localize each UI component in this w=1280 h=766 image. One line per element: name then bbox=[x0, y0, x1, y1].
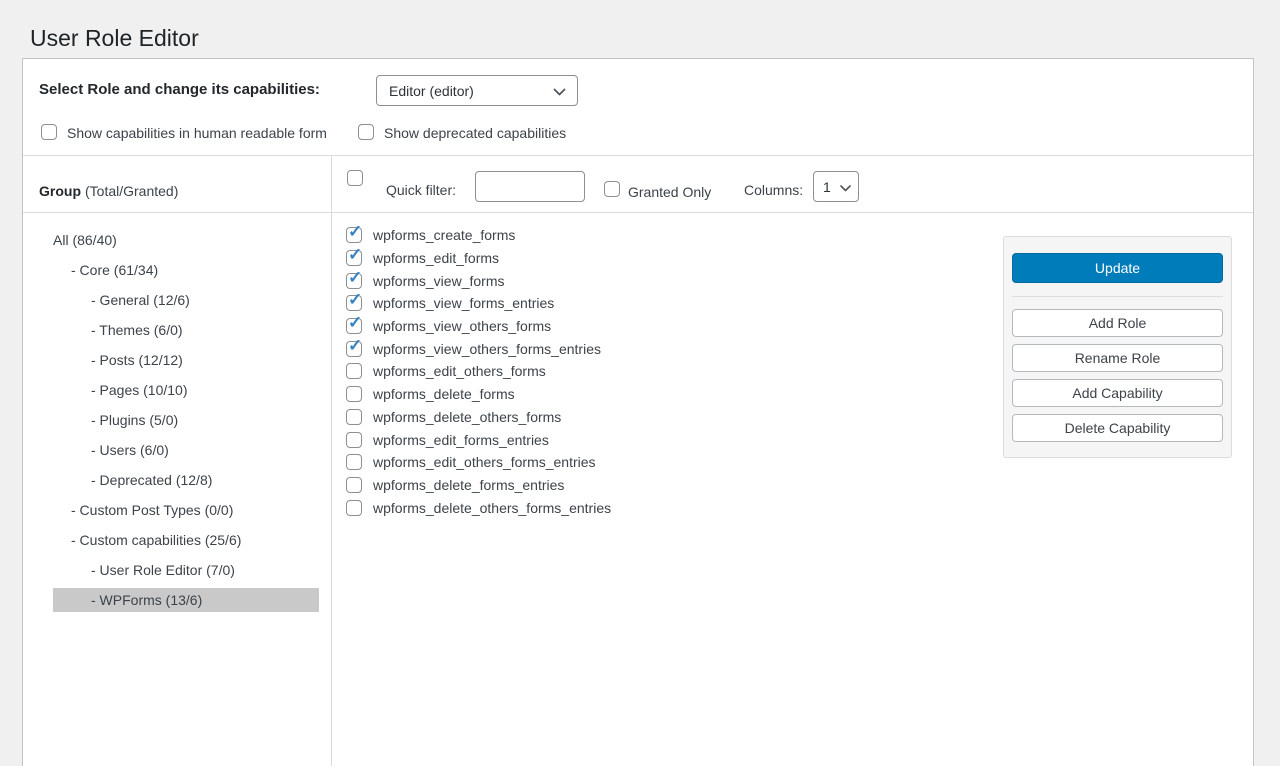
capability-row: wpforms_create_forms bbox=[346, 224, 611, 247]
capability-label: wpforms_view_forms_entries bbox=[373, 295, 554, 311]
group-item-label: - Core (61/34) bbox=[71, 262, 158, 278]
group-item-label: - Users (6/0) bbox=[91, 442, 169, 458]
capability-label: wpforms_delete_others_forms_entries bbox=[373, 500, 611, 516]
actions-panel: Update Add Role Rename Role Add Capabili… bbox=[1003, 236, 1232, 458]
capability-checkbox[interactable] bbox=[346, 454, 362, 470]
capability-checkbox[interactable] bbox=[346, 477, 362, 493]
capability-row: wpforms_view_others_forms_entries bbox=[346, 337, 611, 360]
ure-panel: Select Role and change its capabilities:… bbox=[22, 58, 1254, 766]
divider bbox=[23, 155, 1253, 156]
group-all[interactable]: All (86/40) bbox=[53, 228, 319, 252]
capability-row: wpforms_delete_forms bbox=[346, 383, 611, 406]
group-users[interactable]: - Users (6/0) bbox=[53, 438, 319, 462]
group-item-label: - Posts (12/12) bbox=[91, 352, 183, 368]
add-role-button[interactable]: Add Role bbox=[1012, 309, 1223, 337]
capability-label: wpforms_create_forms bbox=[373, 227, 515, 243]
columns-select-value: 1 bbox=[823, 179, 831, 195]
group-item-label: - Plugins (5/0) bbox=[91, 412, 178, 428]
capability-checkbox[interactable] bbox=[346, 250, 362, 266]
group-item-label: - WPForms (13/6) bbox=[91, 592, 202, 608]
capability-label: wpforms_delete_forms_entries bbox=[373, 477, 564, 493]
group-pages[interactable]: - Pages (10/10) bbox=[53, 378, 319, 402]
chevron-down-icon bbox=[840, 179, 851, 195]
capability-label: wpforms_edit_others_forms_entries bbox=[373, 454, 596, 470]
user-role-editor-page: User Role Editor Select Role and change … bbox=[0, 0, 1280, 766]
group-header: Group(Total/Granted) bbox=[39, 183, 178, 199]
capability-checkbox[interactable] bbox=[346, 363, 362, 379]
group-posts[interactable]: - Posts (12/12) bbox=[53, 348, 319, 372]
rename-role-button[interactable]: Rename Role bbox=[1012, 344, 1223, 372]
capability-checkbox[interactable] bbox=[346, 409, 362, 425]
capability-checkbox[interactable] bbox=[346, 318, 362, 334]
group-general[interactable]: - General (12/6) bbox=[53, 288, 319, 312]
columns-select[interactable]: 1 bbox=[813, 171, 859, 202]
deprecated-label: Show deprecated capabilities bbox=[384, 125, 566, 141]
capability-checkbox[interactable] bbox=[346, 295, 362, 311]
group-item-label: - Pages (10/10) bbox=[91, 382, 188, 398]
capability-row: wpforms_delete_forms_entries bbox=[346, 474, 611, 497]
group-themes[interactable]: - Themes (6/0) bbox=[53, 318, 319, 342]
capability-row: wpforms_edit_others_forms_entries bbox=[346, 451, 611, 474]
page-title: User Role Editor bbox=[30, 24, 199, 54]
quick-filter-label: Quick filter: bbox=[386, 182, 456, 198]
delete-capability-button[interactable]: Delete Capability bbox=[1012, 414, 1223, 442]
capability-row: wpforms_view_forms bbox=[346, 269, 611, 292]
capability-label: wpforms_edit_forms bbox=[373, 250, 499, 266]
role-select-label: Select Role and change its capabilities: bbox=[39, 81, 320, 98]
role-select[interactable]: Editor (editor) bbox=[376, 75, 578, 106]
granted-only-checkbox[interactable] bbox=[604, 181, 620, 197]
capabilities-list: wpforms_create_forms wpforms_edit_forms … bbox=[346, 224, 611, 519]
chevron-down-icon bbox=[553, 83, 566, 99]
capability-label: wpforms_view_others_forms bbox=[373, 318, 551, 334]
granted-only-label: Granted Only bbox=[628, 184, 711, 200]
capability-row: wpforms_edit_forms_entries bbox=[346, 428, 611, 451]
role-select-value: Editor (editor) bbox=[389, 83, 474, 99]
capability-checkbox[interactable] bbox=[346, 386, 362, 402]
capability-label: wpforms_delete_forms bbox=[373, 386, 515, 402]
capability-checkbox[interactable] bbox=[346, 341, 362, 357]
columns-label: Columns: bbox=[744, 182, 803, 198]
add-capability-button[interactable]: Add Capability bbox=[1012, 379, 1223, 407]
group-item-label: All (86/40) bbox=[53, 232, 117, 248]
human-readable-checkbox[interactable] bbox=[41, 124, 57, 140]
group-plugins[interactable]: - Plugins (5/0) bbox=[53, 408, 319, 432]
update-button[interactable]: Update bbox=[1012, 253, 1223, 283]
capability-label: wpforms_view_forms bbox=[373, 273, 504, 289]
quick-filter-input[interactable] bbox=[475, 171, 585, 202]
vertical-divider bbox=[331, 156, 332, 766]
group-user-role-editor[interactable]: - User Role Editor (7/0) bbox=[53, 558, 319, 582]
group-item-label: - Custom capabilities (25/6) bbox=[71, 532, 241, 548]
group-custom-capabilities[interactable]: - Custom capabilities (25/6) bbox=[53, 528, 319, 552]
group-deprecated[interactable]: - Deprecated (12/8) bbox=[53, 468, 319, 492]
group-wpforms[interactable]: - WPForms (13/6) bbox=[53, 588, 319, 612]
capability-checkbox[interactable] bbox=[346, 500, 362, 516]
capability-checkbox[interactable] bbox=[346, 273, 362, 289]
capability-row: wpforms_view_others_forms bbox=[346, 315, 611, 338]
group-item-label: - General (12/6) bbox=[91, 292, 190, 308]
capability-row: wpforms_edit_forms bbox=[346, 247, 611, 270]
group-custom-post-types[interactable]: - Custom Post Types (0/0) bbox=[53, 498, 319, 522]
group-item-label: - Custom Post Types (0/0) bbox=[71, 502, 233, 518]
capability-label: wpforms_view_others_forms_entries bbox=[373, 341, 601, 357]
capability-label: wpforms_edit_others_forms bbox=[373, 363, 546, 379]
toggle-all-checkbox[interactable] bbox=[347, 170, 363, 186]
capability-row: wpforms_view_forms_entries bbox=[346, 292, 611, 315]
groups-tree: All (86/40) - Core (61/34) - General (12… bbox=[53, 228, 319, 618]
divider bbox=[23, 212, 1253, 213]
group-item-label: - Themes (6/0) bbox=[91, 322, 183, 338]
deprecated-checkbox[interactable] bbox=[358, 124, 374, 140]
capability-checkbox[interactable] bbox=[346, 227, 362, 243]
human-readable-label: Show capabilities in human readable form bbox=[67, 125, 327, 141]
capability-label: wpforms_edit_forms_entries bbox=[373, 432, 549, 448]
group-item-label: - Deprecated (12/8) bbox=[91, 472, 212, 488]
group-core[interactable]: - Core (61/34) bbox=[53, 258, 319, 282]
divider bbox=[1012, 296, 1223, 297]
group-item-label: - User Role Editor (7/0) bbox=[91, 562, 235, 578]
capability-checkbox[interactable] bbox=[346, 432, 362, 448]
capability-row: wpforms_delete_others_forms_entries bbox=[346, 496, 611, 519]
capability-row: wpforms_edit_others_forms bbox=[346, 360, 611, 383]
capability-row: wpforms_delete_others_forms bbox=[346, 406, 611, 429]
capability-label: wpforms_delete_others_forms bbox=[373, 409, 561, 425]
